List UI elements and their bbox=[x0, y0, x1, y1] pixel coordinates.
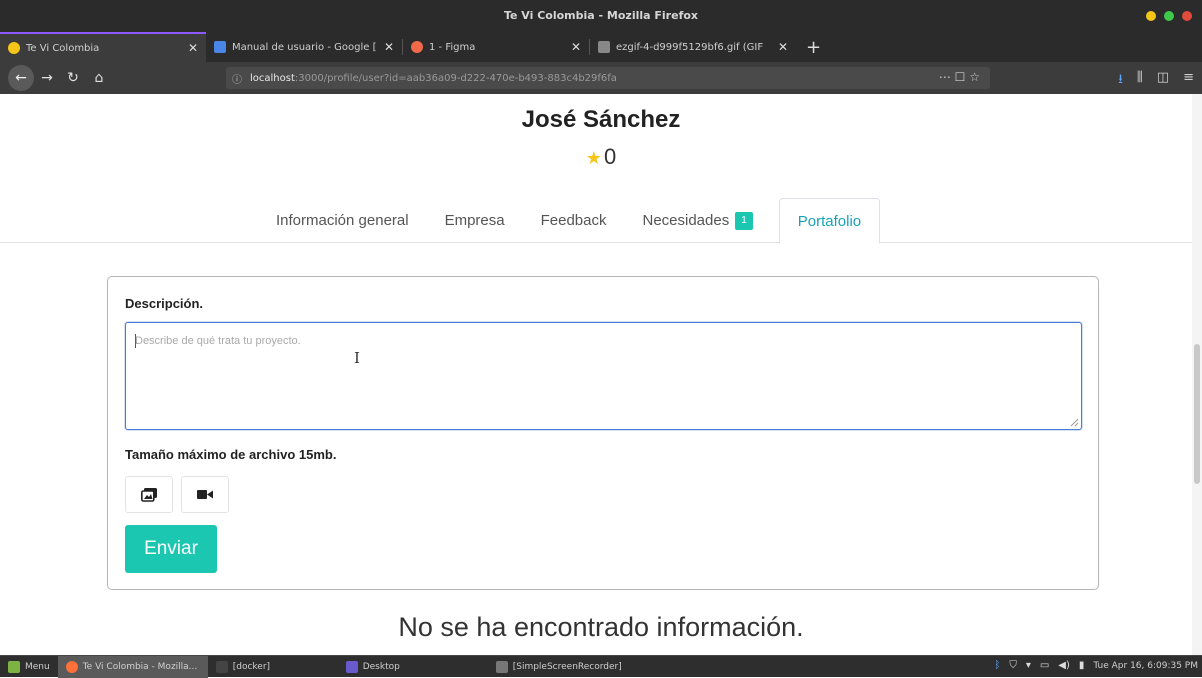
url-bar[interactable]: ⓘ localhost :3000/profile/user?id=aab36a… bbox=[226, 67, 990, 89]
image-file-icon bbox=[598, 41, 610, 53]
taskbar-item-docker[interactable]: [docker] bbox=[208, 656, 338, 678]
notes-icon[interactable]: ▮ bbox=[1079, 660, 1085, 671]
close-icon[interactable]: ✕ bbox=[563, 40, 581, 54]
taskbar-item-label: Desktop bbox=[362, 661, 400, 672]
profile-name: José Sánchez bbox=[521, 106, 681, 133]
os-taskbar: Menu Te Vi Colombia - Mozilla... [docker… bbox=[0, 655, 1202, 678]
page-actions-icons[interactable]: ⋯ ☐ ☆ bbox=[939, 70, 980, 84]
taskbar-item-label: [SimpleScreenRecorder] bbox=[512, 661, 622, 672]
browser-tab[interactable]: ezgif-4-d999f5129bf6.gif (GIF ✕ bbox=[590, 32, 796, 62]
window-controls bbox=[1146, 11, 1192, 21]
page-actions[interactable]: ⋯ ☐ ☆ bbox=[939, 70, 980, 84]
submit-button[interactable]: Enviar bbox=[125, 525, 217, 573]
volume-icon[interactable]: ◀) bbox=[1058, 660, 1070, 671]
max-size-label: Tamaño máximo de archivo 15mb. bbox=[125, 447, 337, 462]
description-placeholder: Describe de qué trata tu proyecto. bbox=[135, 335, 301, 347]
system-tray: ᛒ ⛉ ▾ ▭ ◀) ▮ Tue Apr 16, 6:09:35 PM bbox=[994, 660, 1198, 671]
resize-grip-icon[interactable] bbox=[1070, 418, 1079, 427]
wifi-icon[interactable]: ▾ bbox=[1026, 660, 1031, 671]
hamburger-menu-icon[interactable]: ≡ bbox=[1183, 70, 1194, 92]
tab-necesidades[interactable]: Necesidades 1 bbox=[624, 198, 770, 243]
browser-tab-label: 1 - Figma bbox=[429, 41, 476, 53]
url-host: localhost bbox=[250, 72, 295, 84]
description-label: Descripción. bbox=[125, 296, 204, 311]
tab-informacion-general[interactable]: Información general bbox=[258, 198, 427, 243]
tab-feedback[interactable]: Feedback bbox=[523, 198, 625, 243]
tab-label: Feedback bbox=[540, 212, 607, 229]
browser-tab-label: Manual de usuario - Google [ bbox=[231, 41, 376, 53]
taskbar-item-firefox[interactable]: Te Vi Colombia - Mozilla... bbox=[57, 655, 208, 678]
taskbar-item-recorder[interactable]: [SimpleScreenRecorder] bbox=[488, 656, 688, 678]
close-icon[interactable]: ✕ bbox=[376, 40, 394, 54]
tab-label: Portafolio bbox=[797, 212, 862, 230]
reload-icon[interactable]: ↻ bbox=[60, 70, 86, 86]
download-icon[interactable]: ⭳ bbox=[1118, 70, 1123, 92]
scrollbar-thumb[interactable] bbox=[1194, 344, 1200, 484]
text-cursor-icon: I bbox=[354, 349, 360, 367]
video-camera-icon bbox=[197, 490, 213, 499]
browser-tab-label: ezgif-4-d999f5129bf6.gif (GIF bbox=[616, 41, 764, 53]
profile-rating: ★0 bbox=[0, 144, 1202, 170]
sidebar-icon[interactable]: ◫ bbox=[1157, 70, 1169, 92]
browser-tab[interactable]: Te Vi Colombia ✕ bbox=[0, 32, 206, 62]
recorder-icon bbox=[495, 660, 508, 673]
taskbar-item-desktop[interactable]: Desktop bbox=[338, 656, 488, 678]
firefox-icon bbox=[65, 660, 78, 673]
rating-value: 0 bbox=[603, 144, 617, 169]
tab-label: Información general bbox=[276, 212, 409, 229]
upload-image-button[interactable] bbox=[125, 476, 173, 513]
close-icon[interactable]: ✕ bbox=[770, 40, 788, 54]
tab-label: Empresa bbox=[444, 212, 505, 229]
browser-tab[interactable]: Manual de usuario - Google [ ✕ bbox=[206, 32, 402, 62]
battery-icon[interactable]: ▭ bbox=[1040, 660, 1049, 671]
upload-video-button[interactable] bbox=[181, 476, 229, 513]
back-arrow-icon[interactable]: ← bbox=[8, 65, 34, 91]
minimize-button[interactable] bbox=[1146, 11, 1156, 21]
library-icon[interactable]: ⫼ bbox=[1137, 70, 1143, 92]
figma-icon bbox=[411, 41, 423, 53]
shield-icon[interactable]: ⛉ bbox=[1009, 660, 1017, 671]
images-icon bbox=[141, 487, 157, 502]
desktop-icon bbox=[345, 660, 358, 673]
star-icon: ★ bbox=[585, 148, 602, 168]
tab-portafolio[interactable]: Portafolio bbox=[778, 198, 881, 244]
portfolio-form-card: Descripción. Describe de qué trata tu pr… bbox=[107, 276, 1099, 590]
maximize-button[interactable] bbox=[1164, 11, 1174, 21]
terminal-icon bbox=[215, 660, 228, 673]
lightbulb-icon bbox=[8, 42, 20, 54]
profile-tabs: Información general Empresa Feedback Nec… bbox=[258, 198, 881, 244]
description-textarea[interactable]: Describe de qué trata tu proyecto. I bbox=[125, 322, 1082, 430]
browser-tab[interactable]: 1 - Figma ✕ bbox=[403, 32, 589, 62]
empty-state-message: No se ha encontrado información. bbox=[398, 612, 804, 642]
close-icon[interactable]: ✕ bbox=[180, 41, 198, 55]
bluetooth-icon[interactable]: ᛒ bbox=[994, 660, 1000, 671]
tab-empresa[interactable]: Empresa bbox=[427, 198, 523, 243]
window-titlebar: Te Vi Colombia - Mozilla Firefox bbox=[0, 0, 1202, 32]
window-title: Te Vi Colombia - Mozilla Firefox bbox=[503, 9, 699, 22]
url-path: :3000/profile/user?id=aab36a09-d222-470e… bbox=[294, 72, 617, 84]
start-menu-button[interactable]: Menu bbox=[0, 656, 58, 678]
home-icon[interactable]: ⌂ bbox=[86, 70, 112, 86]
tab-label: Necesidades bbox=[642, 212, 730, 229]
browser-tab-label: Te Vi Colombia bbox=[26, 42, 100, 54]
page-scrollbar[interactable] bbox=[1192, 94, 1202, 655]
notification-badge: 1 bbox=[735, 211, 753, 230]
mint-menu-icon bbox=[8, 660, 20, 673]
browser-tabstrip: Te Vi Colombia ✕ Manual de usuario - Goo… bbox=[0, 32, 1202, 62]
info-icon[interactable]: ⓘ bbox=[232, 71, 242, 86]
close-window-button[interactable] bbox=[1182, 11, 1192, 21]
navigation-bar: ← → ↻ ⌂ ⓘ localhost :3000/profile/user?i… bbox=[0, 62, 1202, 94]
page-content: José Sánchez ★0 Información general Empr… bbox=[0, 94, 1202, 655]
taskbar-item-label: [docker] bbox=[232, 661, 271, 672]
docs-icon bbox=[214, 41, 226, 53]
start-menu-label: Menu bbox=[25, 661, 50, 672]
clock[interactable]: Tue Apr 16, 6:09:35 PM bbox=[1093, 661, 1198, 671]
new-tab-button[interactable]: + bbox=[796, 32, 831, 62]
taskbar-item-label: Te Vi Colombia - Mozilla... bbox=[82, 661, 198, 672]
toolbar-right: ⭳ ⫼ ◫ ≡ bbox=[1118, 70, 1194, 92]
forward-arrow-icon[interactable]: → bbox=[34, 70, 60, 86]
